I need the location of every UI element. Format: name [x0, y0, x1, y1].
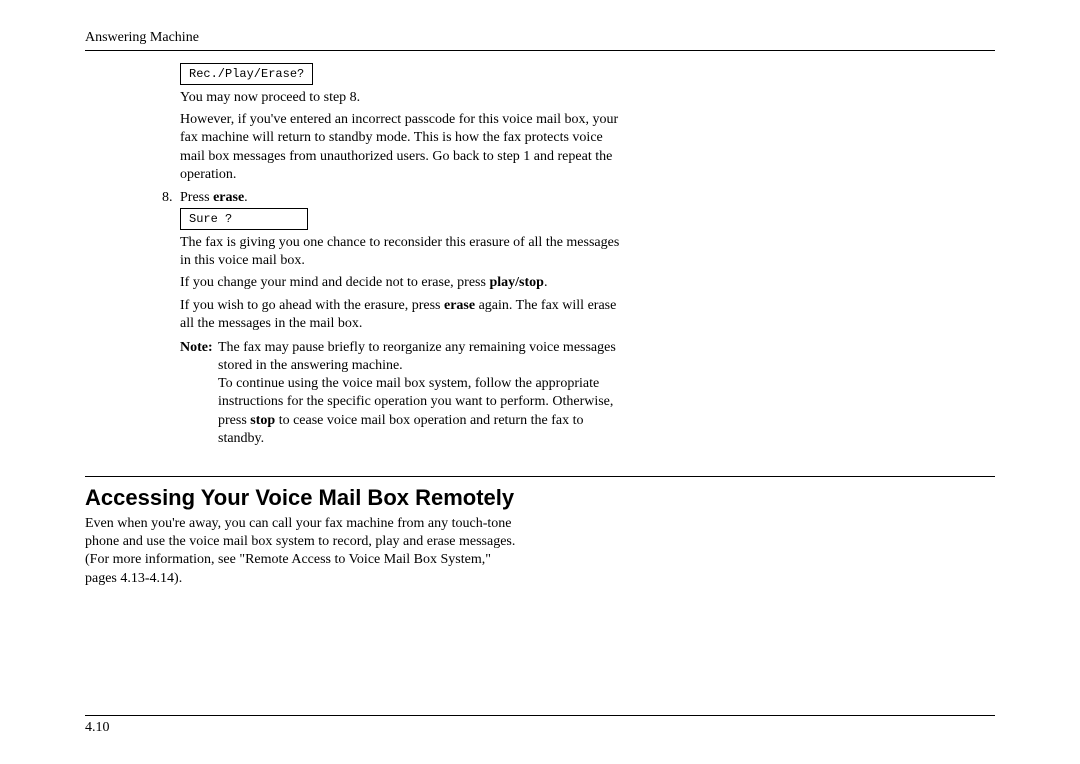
section-divider	[85, 476, 995, 477]
p4-suffix: .	[544, 275, 548, 290]
erase-keyword-2: erase	[444, 298, 475, 313]
erase-keyword: erase	[213, 190, 244, 205]
page-number: 4.10	[85, 720, 110, 735]
paragraph-incorrect-passcode: However, if you've entered an incorrect …	[180, 111, 620, 184]
paragraph-erase-confirm: If you wish to go ahead with the erasure…	[180, 297, 620, 333]
step-number: 8.	[162, 190, 180, 206]
note-block: Note: The fax may pause briefly to reorg…	[180, 339, 995, 448]
note-line-2: To continue using the voice mail box sys…	[218, 375, 628, 448]
stop-keyword: stop	[250, 413, 275, 428]
p4-prefix: If you change your mind and decide not t…	[180, 275, 489, 290]
step-8: 8. Press erase.	[180, 190, 995, 206]
paragraph-reconsider: The fax is giving you one chance to reco…	[180, 234, 620, 270]
note-label: Note:	[180, 339, 218, 448]
page-header: Answering Machine	[85, 30, 995, 51]
lcd-display-sure: Sure ?	[180, 208, 308, 230]
step-text: Press erase.	[180, 190, 248, 206]
note-text: The fax may pause briefly to reorganize …	[218, 339, 628, 448]
playstop-keyword: play/stop	[489, 275, 543, 290]
step8-suffix: .	[244, 190, 248, 205]
section-heading: Accessing Your Voice Mail Box Remotely	[85, 485, 995, 511]
lcd-display-rec-play-erase: Rec./Play/Erase?	[180, 63, 313, 85]
p5-prefix: If you wish to go ahead with the erasure…	[180, 298, 444, 313]
paragraph-playstop: If you change your mind and decide not t…	[180, 274, 620, 292]
section-intro: Even when you're away, you can call your…	[85, 515, 525, 588]
page-footer: 4.10	[85, 715, 995, 736]
step8-prefix: Press	[180, 190, 213, 205]
paragraph-proceed: You may now proceed to step 8.	[180, 89, 620, 107]
note-line-1: The fax may pause briefly to reorganize …	[218, 339, 628, 375]
